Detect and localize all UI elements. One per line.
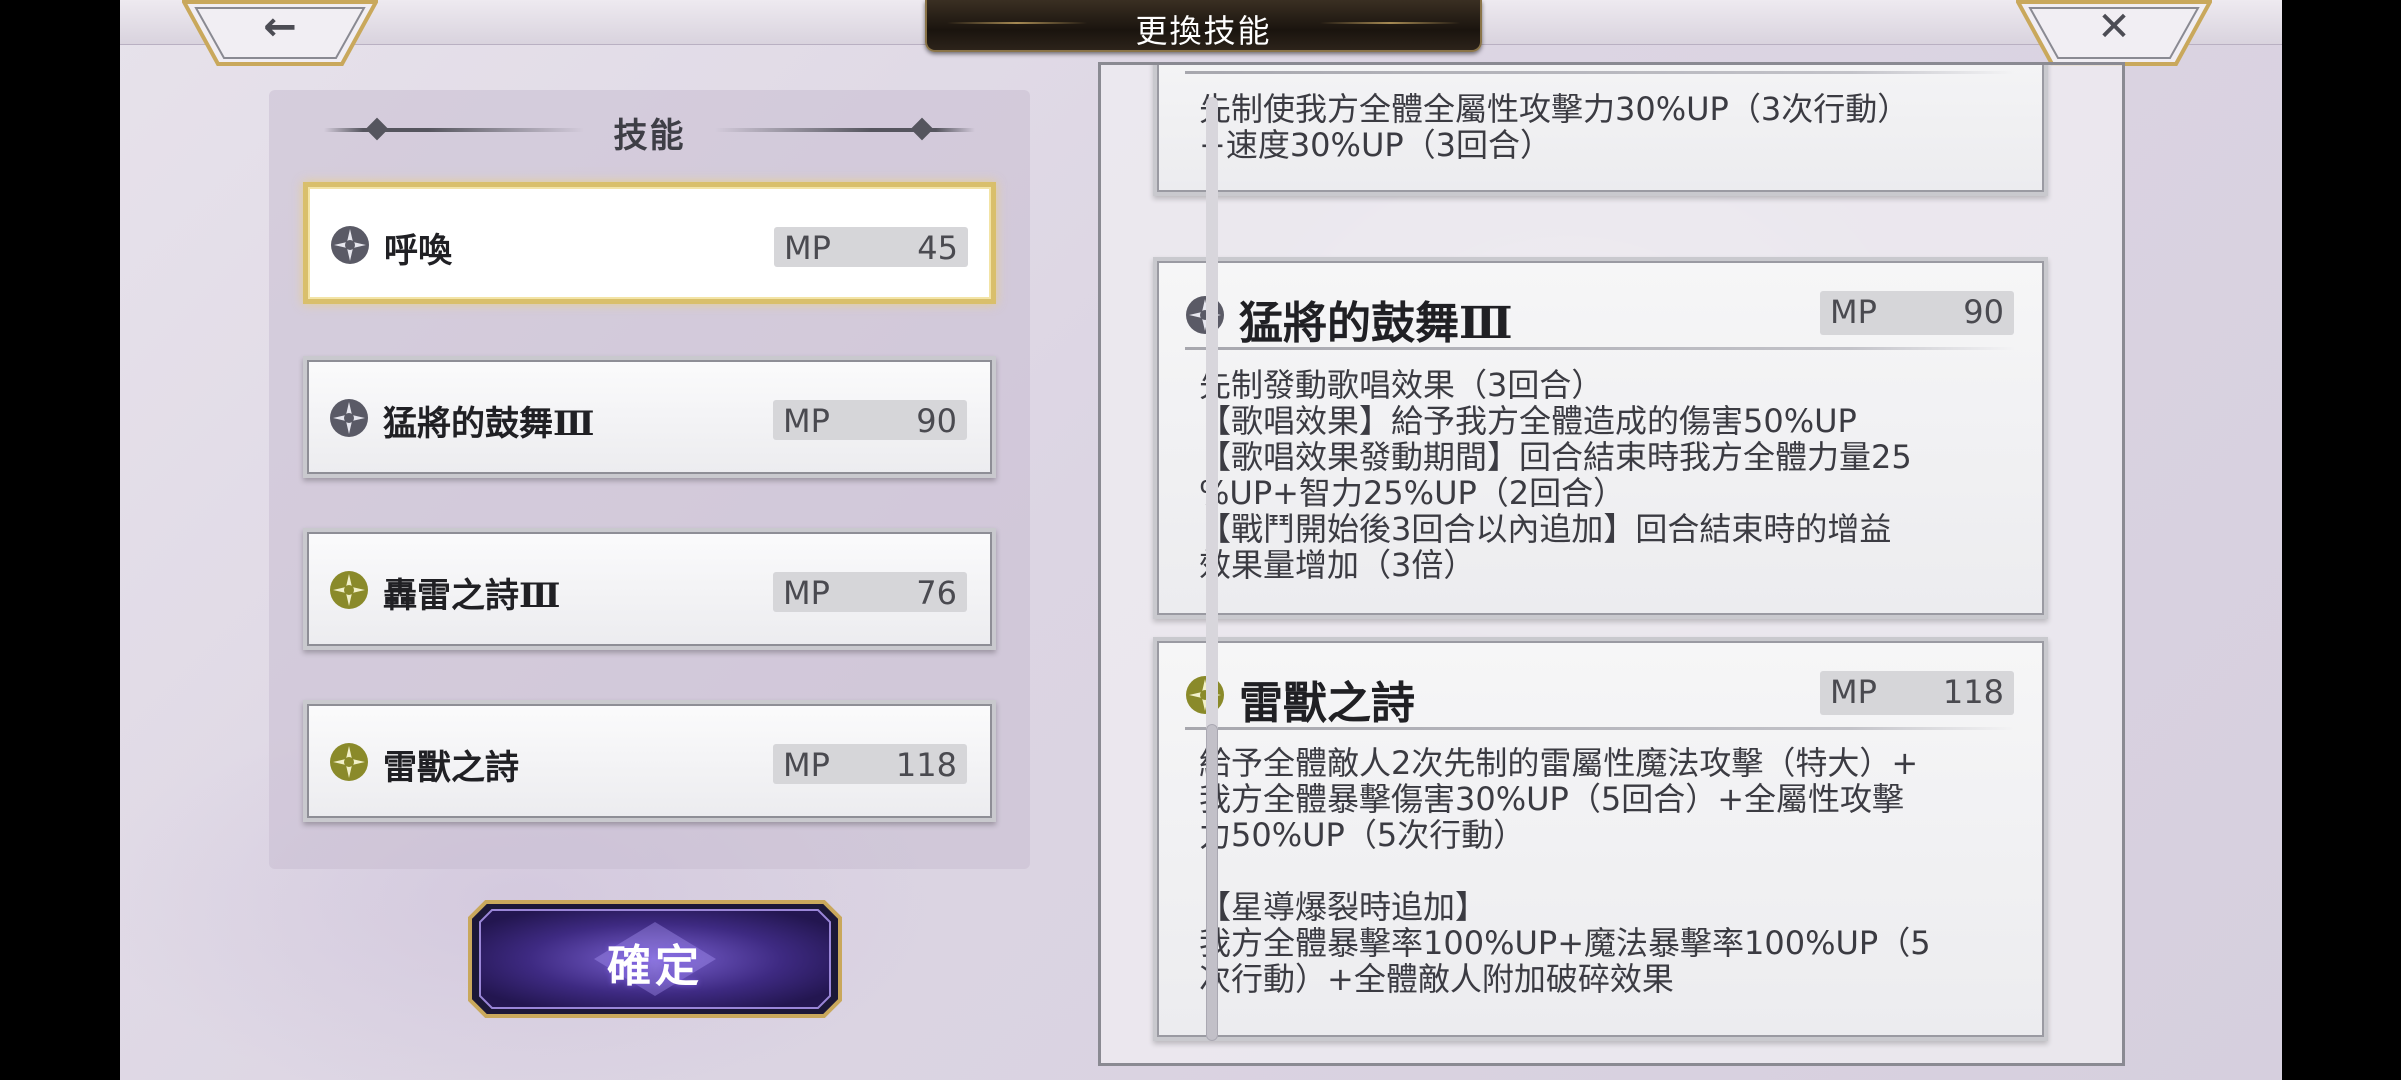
skill-description: 先制使我方全體全屬性攻擊力30%UP（3次行動） +速度30%UP（3回合） [1199, 90, 1910, 164]
skill-detail-card: 猛將的鼓舞Ⅲ MP 90 先制發動歌唱效果（3回合） 【歌唱效果】給予我方全體造… [1153, 257, 2048, 619]
header-rule [1185, 347, 2014, 350]
skill-name: 呼喚 [384, 231, 452, 271]
mp-value: 45 [917, 229, 958, 267]
page-title: 更換技能 [1135, 12, 1272, 50]
skill-list-panel: 技能 呼喚 MP 45 猛將的鼓舞Ⅲ MP 90 轟雷之詩Ⅲ MP 76 雷獸之… [269, 90, 1030, 869]
ornament-diamond-icon [365, 117, 389, 141]
skill-list-header: 技能 [269, 108, 1030, 156]
mp-value: 90 [1963, 293, 2004, 331]
thunder-element-icon [330, 571, 368, 609]
header-rule [1185, 71, 2014, 74]
game-screen: ← ✕ 更換技能 技能 呼喚 MP 45 猛將的鼓舞Ⅲ MP 90 轟雷之詩Ⅲ … [120, 0, 2282, 1080]
mp-cost: MP 118 [1820, 671, 2014, 715]
mp-value: 76 [916, 574, 957, 612]
scrollbar-thumb[interactable] [1206, 724, 1218, 1041]
skill-name: 雷獸之詩 [383, 748, 519, 788]
mp-value: 90 [916, 402, 957, 440]
skill-slot-2[interactable]: 猛將的鼓舞Ⅲ MP 90 [303, 356, 996, 478]
skill-list-title: 技能 [613, 116, 686, 156]
mp-value: 118 [895, 746, 957, 784]
mp-label: MP [784, 229, 831, 267]
skill-detail-card: 先制使我方全體全屬性攻擊力30%UP（3次行動） +速度30%UP（3回合） [1153, 65, 2048, 196]
title-plate: 更換技能 [925, 0, 1482, 52]
skill-slot-3[interactable]: 轟雷之詩Ⅲ MP 76 [303, 528, 996, 650]
skill-name: 猛將的鼓舞Ⅲ [383, 404, 595, 444]
mp-label: MP [783, 402, 830, 440]
confirm-button[interactable]: 確定 [466, 898, 844, 1020]
skill-detail-header: 雷獸之詩 MP 118 [1157, 641, 2044, 730]
mp-cost: MP 90 [773, 400, 967, 440]
thunder-element-icon [330, 743, 368, 781]
skill-detail-header: 猛將的鼓舞Ⅲ MP 90 [1157, 261, 2044, 350]
header-ornament-right [715, 128, 975, 132]
mp-cost: MP 118 [773, 744, 967, 784]
skill-name: 轟雷之詩Ⅲ [383, 576, 561, 616]
dark-element-icon [330, 399, 368, 437]
skill-detail-panel[interactable]: 先制使我方全體全屬性攻擊力30%UP（3次行動） +速度30%UP（3回合） 猛… [1098, 62, 2125, 1066]
skill-slot-4[interactable]: 雷獸之詩 MP 118 [303, 700, 996, 822]
header-ornament-left [324, 128, 584, 132]
skill-description: 給予全體敵人2次先制的雷屬性魔法攻擊（特大）+ 我方全體暴擊傷害30%UP（5回… [1199, 744, 1931, 998]
mp-cost: MP 45 [774, 227, 968, 267]
back-button[interactable]: ← [182, 0, 378, 66]
mp-label: MP [783, 574, 830, 612]
mp-cost: MP 90 [1820, 291, 2014, 335]
mp-cost: MP 76 [773, 572, 967, 612]
mp-label: MP [1830, 673, 1877, 711]
dark-element-icon [1186, 296, 1224, 334]
close-button[interactable]: ✕ [2016, 0, 2212, 66]
header-rule [1185, 727, 2014, 730]
ornament-diamond-icon [910, 117, 934, 141]
mp-label: MP [1830, 293, 1877, 331]
skill-detail-card: 雷獸之詩 MP 118 給予全體敵人2次先制的雷屬性魔法攻擊（特大）+ 我方全體… [1153, 637, 2048, 1041]
skill-detail-name: 雷獸之詩 [1239, 678, 1415, 729]
skill-detail-name: 猛將的鼓舞Ⅲ [1239, 298, 1513, 349]
skill-slot-1[interactable]: 呼喚 MP 45 [303, 182, 996, 304]
thunder-element-icon [1186, 676, 1224, 714]
back-arrow-icon: ← [263, 4, 297, 50]
close-icon: ✕ [2097, 4, 2131, 50]
mp-label: MP [783, 746, 830, 784]
dark-element-icon [331, 226, 369, 264]
confirm-label: 確定 [607, 941, 703, 992]
mp-value: 118 [1942, 673, 2004, 711]
skill-description: 先制發動歌唱效果（3回合） 【歌唱效果】給予我方全體造成的傷害50%UP 【歌唱… [1199, 366, 1912, 584]
